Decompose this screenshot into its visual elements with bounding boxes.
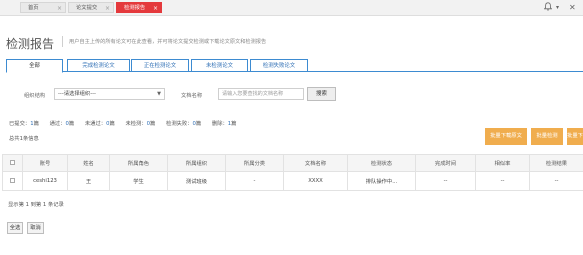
col-header[interactable]: 相似率 xyxy=(475,154,530,172)
tab-all[interactable]: 全部 xyxy=(6,59,63,73)
tab-detection-report[interactable]: 检测报告 × xyxy=(116,2,162,13)
col-header[interactable]: 所属分类 xyxy=(225,154,284,172)
close-icon[interactable]: × xyxy=(105,3,110,14)
col-header[interactable]: 文档名称 xyxy=(283,154,348,172)
doc-name-input[interactable]: 请输入您要查找的文档名称 xyxy=(218,88,304,100)
col-header[interactable]: 检测状态 xyxy=(347,154,416,172)
stat-undetected: 未检测：0篇 xyxy=(125,121,156,127)
batch-download-report-button[interactable]: 批量下 xyxy=(567,128,583,145)
table-header-row: 账号 姓名 所属角色 所属组织 所属分类 文档名称 检测状态 完成时间 相似率 … xyxy=(2,154,583,172)
table-row[interactable]: ceshi123 王 学生 测试班级 - XXXX 排队操作中... -- --… xyxy=(2,171,583,191)
close-icon[interactable]: ✕ xyxy=(569,2,576,13)
tab-label: 检测报告 xyxy=(124,5,146,11)
cell-similarity: -- xyxy=(475,171,530,191)
tab-not-detected[interactable]: 未检测论文 xyxy=(191,59,248,72)
cell-org: 测试班级 xyxy=(167,171,226,191)
col-header[interactable]: 完成时间 xyxy=(415,154,476,172)
row-checkbox[interactable] xyxy=(2,171,23,191)
cancel-button[interactable]: 取消 xyxy=(27,222,44,234)
title-divider xyxy=(62,36,63,47)
col-header[interactable]: 姓名 xyxy=(67,154,110,172)
col-header[interactable]: 所属组织 xyxy=(167,154,226,172)
search-button[interactable]: 搜索 xyxy=(307,87,336,101)
tab-label: 论文提交 xyxy=(76,5,98,11)
chevron-down-icon: ▼ xyxy=(157,91,161,97)
cell-result: -- xyxy=(529,171,583,191)
tab-completed[interactable]: 完成检测论文 xyxy=(67,59,130,72)
org-label: 组织结构 xyxy=(24,93,46,99)
status-tabs: 全部 完成检测论文 正在检测论文 未检测论文 检测失败论文 xyxy=(6,59,583,73)
tab-label: 首页 xyxy=(28,5,39,11)
select-all-button[interactable]: 全选 xyxy=(7,222,23,234)
tab-home[interactable]: 首页 × xyxy=(20,2,66,13)
batch-download-button[interactable]: 批量下载原文 xyxy=(485,128,527,145)
total-info: 总共1条信息 xyxy=(9,136,39,142)
select-all-checkbox[interactable] xyxy=(2,154,23,172)
cell-doc-name: XXXX xyxy=(283,171,348,191)
page-description: 用户自主上传的所有论文可在此查看，并可将论文提交检测或下载论文原文和检测报告 xyxy=(69,39,267,45)
cell-finish-time: -- xyxy=(415,171,476,191)
stat-passed: 通过：0篇 xyxy=(49,121,75,127)
batch-detect-button[interactable]: 批量检测 xyxy=(531,128,563,145)
tab-failed[interactable]: 检测失败论文 xyxy=(250,59,308,72)
papers-table: 账号 姓名 所属角色 所属组织 所属分类 文档名称 检测状态 完成时间 相似率 … xyxy=(2,154,583,191)
col-header[interactable]: 账号 xyxy=(22,154,68,172)
stat-failed-review: 未通过：0篇 xyxy=(84,121,115,127)
page-title: 检测报告 xyxy=(6,37,55,51)
cell-account: ceshi123 xyxy=(22,171,68,191)
org-select-value: ---请选择组织--- xyxy=(58,91,96,97)
cell-category: - xyxy=(225,171,284,191)
cell-role: 学生 xyxy=(109,171,168,191)
cell-name: 王 xyxy=(67,171,110,191)
col-header[interactable]: 检测结果 xyxy=(529,154,583,172)
stat-deleted: 删除：1篇 xyxy=(211,121,237,127)
top-tab-bar: 首页 × 论文提交 × 检测报告 × ▾ ✕ xyxy=(0,0,583,16)
cell-status: 排队操作中... xyxy=(347,171,416,191)
tab-in-progress[interactable]: 正在检测论文 xyxy=(131,59,189,72)
col-header[interactable]: 所属角色 xyxy=(109,154,168,172)
doc-name-label: 文档名称 xyxy=(181,93,203,99)
tab-paper-submit[interactable]: 论文提交 × xyxy=(68,2,114,13)
close-icon[interactable]: × xyxy=(57,3,62,14)
chevron-down-icon[interactable]: ▾ xyxy=(556,2,559,13)
stats-row: 已提交：1篇 通过：0篇 未通过：0篇 未检测：0篇 检测失败：0篇 删除：1篇 xyxy=(9,119,245,127)
close-icon[interactable]: × xyxy=(153,3,158,14)
pagination-info: 显示第 1 到第 1 条记录 xyxy=(8,202,64,208)
stat-detect-failed: 检测失败：0篇 xyxy=(166,121,202,127)
org-select[interactable]: ---请选择组织--- ▼ xyxy=(54,88,165,100)
stat-submitted: 已提交：1篇 xyxy=(9,121,39,127)
bell-icon[interactable] xyxy=(543,2,553,14)
